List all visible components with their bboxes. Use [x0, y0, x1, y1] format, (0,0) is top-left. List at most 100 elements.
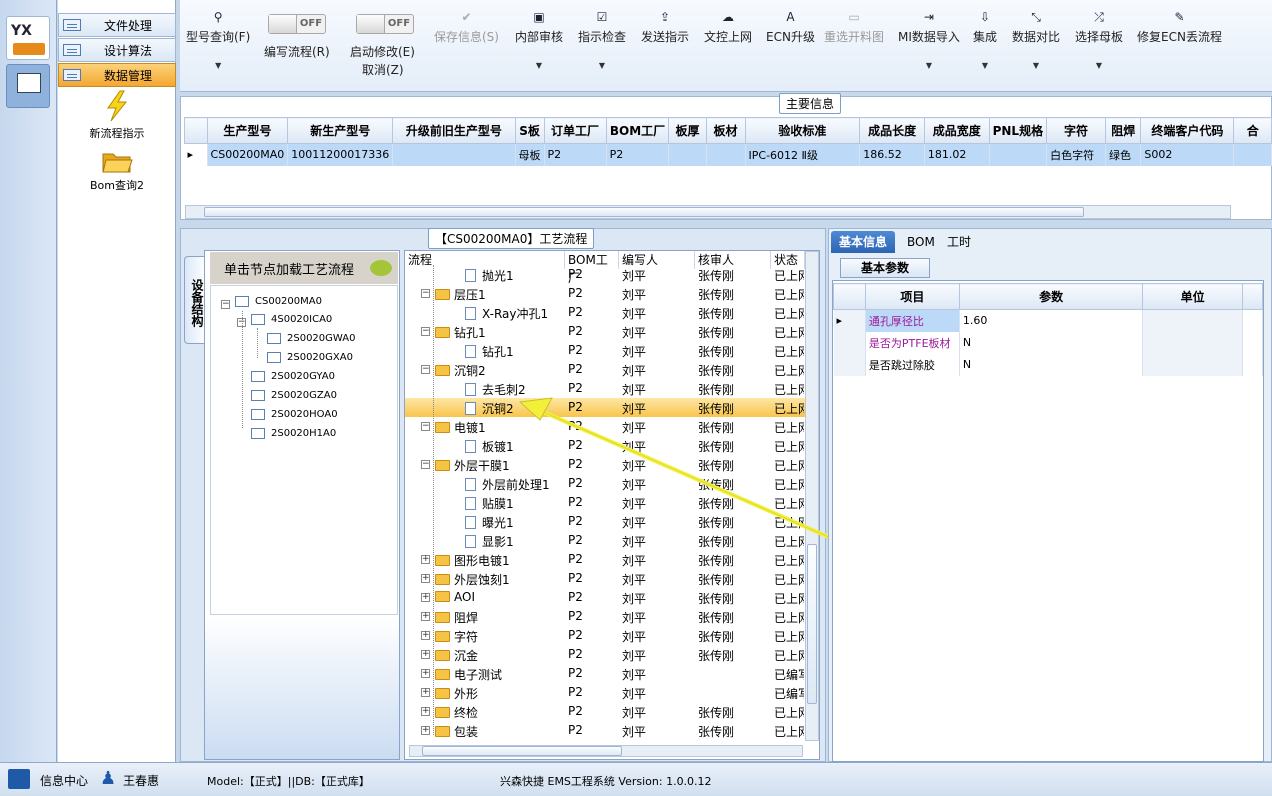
column-header: 字符 [1046, 117, 1106, 144]
table-cell[interactable]: IPC-6012 Ⅱ级 [745, 143, 861, 166]
horizontal-scrollbar[interactable] [185, 205, 1231, 219]
expand-icon[interactable]: + [421, 688, 430, 697]
table-cell[interactable] [668, 143, 707, 166]
integrate-button[interactable]: ⇩ 集成 ▼ [973, 10, 997, 70]
horizontal-scrollbar[interactable] [409, 745, 803, 757]
flow-row[interactable]: X-Ray冲孔1 P2 刘平 张传刚 已上网 [405, 303, 805, 322]
collapse-icon[interactable]: − [421, 327, 430, 336]
param-row[interactable]: ▸ 通孔厚径比 1.60 [833, 309, 1263, 332]
nav-data-management[interactable]: 数据管理 [58, 63, 176, 87]
ecn-upgrade-button[interactable]: A ECN升级 [766, 10, 815, 45]
scrollbar-thumb[interactable] [204, 207, 1084, 217]
tree-node[interactable]: 2S0020H1A0 [251, 428, 336, 439]
tab-basic-info[interactable]: 基本信息 [831, 231, 896, 253]
expand-icon[interactable]: + [421, 726, 430, 735]
expand-icon[interactable]: + [421, 555, 430, 564]
flow-row[interactable]: + 包装 P2 刘平 张传刚 已上网 [405, 721, 805, 740]
expand-icon[interactable]: + [421, 650, 430, 659]
instruction-check-button[interactable]: ☑ 指示检查 ▼ [578, 10, 626, 70]
fix-ecn-button[interactable]: ✎ 修复ECN丢流程 [1137, 10, 1222, 45]
save-info-button[interactable]: ✔ 保存信息(S) [434, 10, 499, 45]
collapse-icon[interactable]: − [421, 460, 430, 469]
expand-icon[interactable]: + [421, 593, 430, 602]
tree-node[interactable]: 4S0020ICA0 [251, 314, 332, 325]
select-mother-board-button[interactable]: ⤮ 选择母板 ▼ [1075, 10, 1123, 70]
internal-review-button[interactable]: ▣ 内部审核 ▼ [515, 10, 563, 70]
collapse-icon[interactable]: − [421, 289, 430, 298]
edit-flow-toggle[interactable]: OFF [268, 14, 326, 34]
flow-row[interactable]: − 钻孔1 P2 刘平 张传刚 已上网 [405, 322, 805, 341]
param-unit[interactable] [1142, 331, 1244, 354]
param-value[interactable]: N [959, 353, 1144, 376]
cancel-button[interactable]: 取消(Z) [362, 61, 404, 78]
doc-upload-button[interactable]: ☁ 文控上网 [704, 10, 752, 45]
tab-bom[interactable]: BOM [899, 231, 943, 253]
scrollbar-thumb[interactable] [422, 746, 622, 756]
table-cell[interactable]: 绿色 [1105, 143, 1142, 166]
flow-row[interactable]: + 电子测试 P2 刘平 已编写 [405, 664, 805, 683]
tree-node[interactable]: 2S0020GXA0 [267, 352, 353, 363]
table-cell[interactable]: 母板 [515, 143, 545, 166]
flow-cell: 已上网 [774, 288, 804, 302]
table-cell[interactable] [706, 143, 746, 166]
tab-basic-params[interactable]: 基本参数 [840, 258, 930, 278]
bom-query2-tool[interactable]: Bom查询2 [58, 148, 176, 193]
start-modify-toggle[interactable]: OFF [356, 14, 414, 34]
send-instruction-button[interactable]: ⇪ 发送指示 [641, 10, 689, 45]
flow-name: 电子测试 [435, 666, 561, 683]
flow-row[interactable]: 钻孔1 P2 刘平 张传刚 已上网 [405, 341, 805, 360]
expand-icon[interactable]: + [421, 631, 430, 640]
table-cell[interactable]: CS00200MA0 [207, 143, 289, 166]
info-center-link[interactable]: 信息中心 [40, 772, 88, 789]
tree-node[interactable]: CS00200MA0 [235, 296, 322, 307]
table-cell[interactable]: 10011200017336 [287, 143, 394, 166]
param-value[interactable]: N [959, 331, 1144, 354]
param-unit[interactable] [1142, 309, 1244, 332]
flow-row[interactable]: − 层压1 P2 刘平 张传刚 已上网 [405, 284, 805, 303]
collapse-icon[interactable]: − [221, 300, 230, 309]
flow-row[interactable]: 抛光1 P2 刘平 张传刚 已上网 [405, 265, 805, 284]
nav-file-processing[interactable]: 文件处理 [58, 13, 176, 37]
tree-node[interactable]: 2S0020GYA0 [251, 371, 335, 382]
param-row[interactable]: 是否为PTFE板材 N [833, 331, 1263, 354]
collapse-icon[interactable]: − [421, 365, 430, 374]
yx-app-icon[interactable]: YX [6, 16, 50, 60]
flow-row[interactable]: − 沉铜2 P2 刘平 张传刚 已上网 [405, 360, 805, 379]
table-cell[interactable] [392, 143, 516, 166]
table-cell[interactable]: S002 [1140, 143, 1235, 166]
device-structure-tab[interactable]: 设备结构 [184, 256, 206, 344]
table-cell[interactable]: 181.02 [924, 143, 990, 166]
flow-row[interactable]: + 阻焊 P2 刘平 张传刚 已上网 [405, 607, 805, 626]
tree-node[interactable]: 2S0020HOA0 [251, 409, 338, 420]
new-flow-instruction-tool[interactable]: 新流程指示 [58, 90, 176, 141]
table-cell[interactable] [989, 143, 1048, 166]
mi-import-button[interactable]: ⇥ MI数据导入 ▼ [898, 10, 960, 70]
expand-icon[interactable]: + [421, 669, 430, 678]
expand-icon[interactable]: + [421, 574, 430, 583]
calculator-app-icon[interactable] [6, 64, 50, 108]
param-value[interactable]: 1.60 [959, 309, 1144, 332]
tree-node[interactable]: 2S0020GZA0 [251, 390, 337, 401]
table-cell[interactable]: 白色字符 [1046, 143, 1106, 166]
tree-node[interactable]: 2S0020GWA0 [267, 333, 355, 344]
table-cell[interactable] [1233, 143, 1272, 166]
table-cell[interactable]: P2 [544, 143, 607, 166]
table-row[interactable]: ▸ CS00200MA0 10011200017336 母板 P2 P2 IPC-6012 … [184, 143, 1272, 166]
flow-row[interactable]: + AOI P2 刘平 张传刚 已上网 [405, 588, 805, 607]
reselect-cutting-button[interactable]: ▭ 重选开料图 [824, 10, 884, 45]
flow-row[interactable]: + 外形 P2 刘平 已编写 [405, 683, 805, 702]
table-cell[interactable]: 186.52 [859, 143, 925, 166]
nav-design-algorithm[interactable]: 设计算法 [58, 38, 176, 62]
param-unit[interactable] [1142, 353, 1244, 376]
data-compare-button[interactable]: ⤡ 数据对比 ▼ [1012, 10, 1060, 70]
flow-row[interactable]: + 字符 P2 刘平 张传刚 已上网 [405, 626, 805, 645]
flow-row[interactable]: + 终检 P2 刘平 张传刚 已上网 [405, 702, 805, 721]
flow-row[interactable]: + 沉金 P2 刘平 张传刚 已上网 [405, 645, 805, 664]
model-query-button[interactable]: ⚲ 型号查询(F) ▼ [186, 10, 250, 70]
collapse-icon[interactable]: − [421, 422, 430, 431]
expand-icon[interactable]: + [421, 612, 430, 621]
table-cell[interactable]: P2 [606, 143, 670, 166]
expand-icon[interactable]: + [421, 707, 430, 716]
param-row[interactable]: 是否跳过除胶 N [833, 353, 1263, 376]
tab-work-hours[interactable]: 工时 [939, 231, 979, 253]
